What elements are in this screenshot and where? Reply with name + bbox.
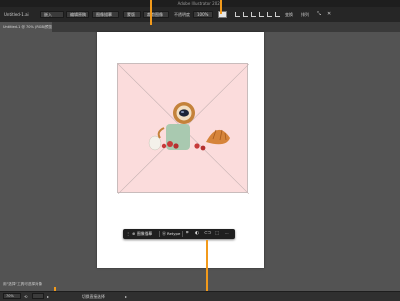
- next-artboard-icon[interactable]: ▸: [47, 293, 49, 300]
- transform-icon[interactable]: ⬚: [215, 229, 219, 239]
- edit-original-button[interactable]: 编辑原稿: [66, 11, 89, 18]
- placed-illustration: [118, 64, 249, 194]
- align-middle-icon[interactable]: [267, 12, 272, 17]
- document-tab-bar: Untitled-1 @ 70% (RGB/预览): [0, 22, 400, 32]
- align-center-icon[interactable]: [243, 12, 248, 17]
- more-options-icon[interactable]: ⋯: [225, 229, 229, 239]
- image-trace-label[interactable]: 图像描摹: [137, 229, 152, 239]
- mask-button[interactable]: 蒙版: [123, 11, 141, 18]
- retype-icon[interactable]: Ⓐ: [162, 229, 166, 239]
- embed-button[interactable]: 嵌入: [40, 11, 64, 18]
- artboard-nav-field[interactable]: [32, 293, 44, 299]
- taskbar-separator: [182, 231, 183, 237]
- selection-hint: 用"选择"工具可选择对象: [3, 282, 43, 286]
- isolate-icon[interactable]: ✕: [327, 11, 331, 18]
- title-bar: Adobe Illustrator 2024: [0, 0, 400, 7]
- status-menu-arrow-icon[interactable]: ▸: [125, 293, 127, 300]
- opacity-field[interactable]: 100%: [193, 11, 213, 18]
- link-icon[interactable]: ⊂⊃: [204, 229, 212, 239]
- control-bar: Untitled-1.ai 嵌入 编辑原稿 图像描摹 蒙版 裁剪图像 不透明度 …: [0, 7, 400, 23]
- crop-image-button[interactable]: 裁剪图像: [143, 11, 169, 18]
- drag-handle-icon[interactable]: ⋮: [126, 229, 130, 239]
- transform-icon[interactable]: ⤡: [317, 11, 321, 18]
- current-tool-name: 切换直接选择: [82, 294, 105, 299]
- zoom-field[interactable]: 70%: [3, 293, 21, 299]
- rotate-view-icon[interactable]: ⟲: [24, 293, 27, 300]
- align-bottom-icon[interactable]: [275, 12, 280, 17]
- retype-label[interactable]: Retype: [167, 229, 180, 239]
- image-trace-icon[interactable]: ⊕: [132, 229, 135, 239]
- selection-label: Untitled-1.ai: [4, 12, 29, 17]
- align-left-icon[interactable]: [235, 12, 240, 17]
- contextual-taskbar: ⋮ ⊕ 图像描摹 Ⓐ Retype ⌗ ◐ ⊂⊃ ⬚ ⋯: [123, 229, 235, 239]
- crop-icon[interactable]: ⌗: [186, 229, 189, 239]
- window-title: Adobe Illustrator 2024: [177, 1, 223, 6]
- callout-line-top-left: [150, 0, 152, 25]
- opacity-label: 不透明度: [174, 12, 190, 17]
- arrange-label[interactable]: 排列: [301, 11, 309, 18]
- align-top-icon[interactable]: [259, 12, 264, 17]
- document-tab[interactable]: Untitled-1 @ 70% (RGB/预览): [0, 22, 52, 32]
- image-trace-button[interactable]: 图像描摹: [92, 11, 119, 18]
- align-right-icon[interactable]: [251, 12, 256, 17]
- placed-image[interactable]: [117, 63, 249, 194]
- transform-label[interactable]: 变换: [285, 11, 293, 18]
- mask-icon[interactable]: ◐: [195, 229, 199, 239]
- taskbar-separator: [159, 231, 160, 237]
- callout-line-top-right: [220, 0, 222, 14]
